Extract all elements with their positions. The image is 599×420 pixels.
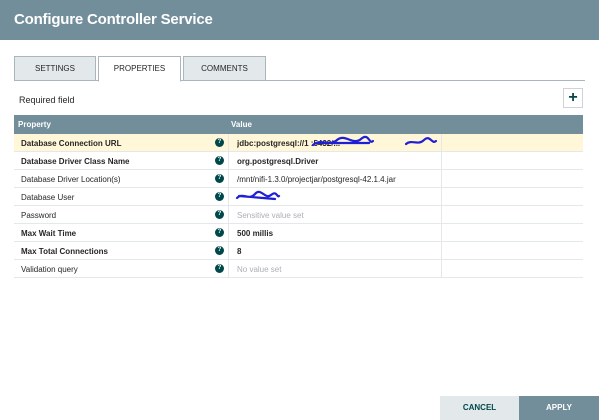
help-icon[interactable]: ? [215, 228, 224, 237]
column-header-property: Property [18, 120, 51, 129]
add-property-button[interactable]: + [563, 88, 583, 108]
help-icon[interactable]: ? [215, 138, 224, 147]
property-name: Password [21, 211, 57, 220]
plus-icon: + [568, 89, 578, 106]
property-name: Max Wait Time [21, 229, 77, 238]
column-header-value: Value [231, 120, 252, 129]
table-row[interactable]: Database User? [14, 188, 583, 206]
table-row[interactable]: Password? Sensitive value set [14, 206, 583, 224]
property-value: 500 millis [237, 229, 274, 238]
help-icon[interactable]: ? [215, 156, 224, 165]
property-value: org.postgresql.Driver [237, 157, 319, 166]
table-row[interactable]: Database Connection URL? jdbc:postgresql:… [14, 134, 583, 152]
table-row[interactable]: Database Driver Class Name? org.postgresq… [14, 152, 583, 170]
properties-table: Property Value Database Connection URL? j… [14, 115, 583, 278]
property-value: Sensitive value set [237, 211, 304, 220]
tab-properties[interactable]: PROPERTIES [98, 56, 181, 82]
property-value-cell[interactable]: org.postgresql.Driver [228, 152, 442, 169]
property-value: No value set [237, 265, 282, 274]
apply-button[interactable]: APPLY [519, 396, 599, 420]
required-field-label: Required field [19, 95, 75, 105]
property-name: Database Connection URL [21, 139, 122, 148]
help-icon[interactable]: ? [215, 210, 224, 219]
property-name: Database User [21, 193, 75, 202]
property-value-cell[interactable]: No value set [228, 260, 442, 277]
dialog-title: Configure Controller Service [0, 0, 599, 40]
redaction-scribble [404, 137, 438, 146]
cancel-button[interactable]: CANCEL [440, 396, 519, 420]
property-value-cell[interactable]: 8 [228, 242, 442, 259]
help-icon[interactable]: ? [215, 192, 224, 201]
help-icon[interactable]: ? [215, 246, 224, 255]
table-row[interactable]: Max Wait Time? 500 millis [14, 224, 583, 242]
property-name: Max Total Connections [21, 247, 108, 256]
property-value-cell[interactable]: /mnt/nifi-1.3.0/projectjar/postgresql-42… [228, 170, 442, 187]
table-row[interactable]: Max Total Connections? 8 [14, 242, 583, 260]
property-value: 8 [237, 247, 242, 256]
table-row[interactable]: Database Driver Location(s)? /mnt/nifi-1.… [14, 170, 583, 188]
property-value-cell[interactable]: Sensitive value set [228, 206, 442, 223]
help-icon[interactable]: ? [215, 174, 224, 183]
property-value-cell[interactable] [228, 188, 442, 205]
property-value-cell[interactable]: 500 millis [228, 224, 442, 241]
redaction-scribble [235, 190, 281, 201]
tab-comments[interactable]: COMMENTS [183, 56, 266, 81]
property-name: Validation query [21, 265, 78, 274]
help-icon[interactable]: ? [215, 264, 224, 273]
tab-bar: SETTINGS PROPERTIES COMMENTS [14, 56, 585, 82]
tab-settings[interactable]: SETTINGS [14, 56, 96, 81]
property-name: Database Driver Location(s) [21, 175, 121, 184]
redaction-scribble [311, 135, 375, 147]
property-value: /mnt/nifi-1.3.0/projectjar/postgresql-42… [237, 175, 396, 184]
table-header: Property Value [14, 115, 583, 134]
property-name: Database Driver Class Name [21, 157, 130, 166]
configure-controller-service-dialog: Configure Controller Service SETTINGS PR… [0, 0, 599, 420]
property-value-cell[interactable]: jdbc:postgresql://1 :5432/... [228, 134, 442, 151]
dialog-footer: CANCEL APPLY [0, 396, 599, 420]
table-row[interactable]: Validation query? No value set [14, 260, 583, 278]
